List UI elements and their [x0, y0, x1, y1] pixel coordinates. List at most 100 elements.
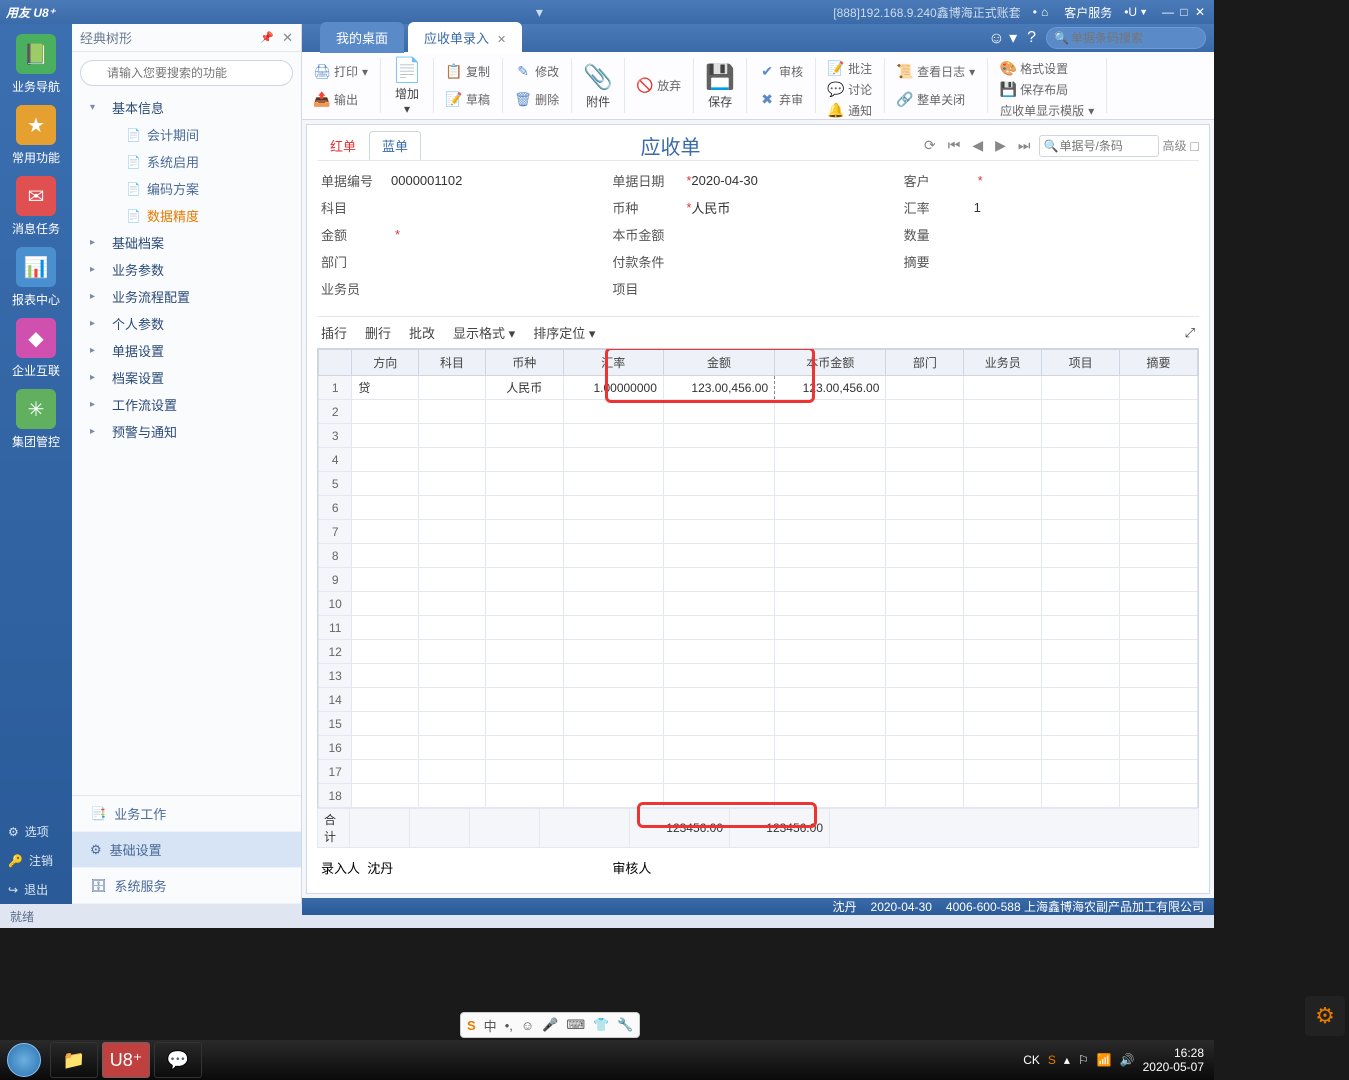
delete-row-button[interactable]: 删行 [365, 323, 391, 342]
tree-档案设置[interactable]: ▸档案设置 [72, 364, 301, 391]
next-button[interactable]: ▶ [991, 137, 1010, 154]
ime-skin-icon[interactable]: 👕 [593, 1017, 609, 1033]
tray-volume-icon[interactable]: 🔊 [1120, 1053, 1135, 1067]
navbot-系统服务[interactable]: 🗄系统服务 [72, 868, 301, 904]
ime-emoji-icon[interactable]: ☺ [521, 1018, 534, 1033]
ime-toolbar[interactable]: S 中 •, ☺ 🎤 ⌨ 👕 🔧 [460, 1012, 640, 1038]
detail-grid[interactable]: 方向科目币种汇率金额本币金额部门业务员项目摘要1贷人民币1.0000000012… [317, 348, 1199, 809]
minimize-button[interactable]: — [1160, 5, 1176, 19]
help-icon[interactable]: ? [1027, 29, 1036, 47]
ime-keyboard-icon[interactable]: ⌨ [566, 1017, 585, 1033]
start-button[interactable] [0, 1040, 48, 1080]
copy-button[interactable]: 📋复制 [442, 61, 494, 82]
wechat-icon[interactable]: 💬 [154, 1042, 202, 1078]
u-menu[interactable]: U [1128, 5, 1137, 19]
draft-button[interactable]: 📝草稿 [442, 89, 494, 110]
close-bill-button[interactable]: 🔗整单关闭 [893, 89, 979, 110]
deaudit-button[interactable]: ✖弃审 [755, 89, 807, 110]
tray-sogou-icon[interactable]: S [1048, 1053, 1056, 1067]
top-search-input[interactable] [1046, 27, 1206, 49]
navbot-业务工作[interactable]: 📑业务工作 [72, 796, 301, 832]
service-link[interactable]: 客户服务 [1064, 4, 1112, 21]
railbot-注销[interactable]: 🔑注销 [0, 846, 72, 875]
adv-link[interactable]: 高级 [1163, 137, 1187, 154]
railbot-退出[interactable]: ↪退出 [0, 875, 72, 904]
tree-单据设置[interactable]: ▸单据设置 [72, 337, 301, 364]
pin-icon[interactable]: 📌 [260, 31, 274, 44]
attach-button[interactable]: 📎附件 [572, 58, 625, 113]
rail-报表中心[interactable]: 📊报表中心 [6, 247, 66, 308]
template-button[interactable]: 应收单显示模版 ▾ [996, 100, 1098, 121]
tree-基本信息[interactable]: ▾基本信息 [72, 94, 301, 121]
rate-field[interactable]: 1 [974, 200, 981, 215]
tree-工作流设置[interactable]: ▸工作流设置 [72, 391, 301, 418]
overlay-gear-icon[interactable]: ⚙ [1305, 996, 1345, 1036]
ime-punct-icon[interactable]: •, [505, 1018, 513, 1033]
rail-集团管控[interactable]: ✳集团管控 [6, 389, 66, 450]
modify-button[interactable]: ✎修改 [511, 61, 563, 82]
discuss-button[interactable]: 💬讨论 [824, 79, 876, 100]
explorer-icon[interactable]: 📁 [50, 1042, 98, 1078]
batchnote-button[interactable]: 📝批注 [824, 58, 876, 79]
tree-预警与通知[interactable]: ▸预警与通知 [72, 418, 301, 445]
tray-network-icon[interactable]: 📶 [1097, 1053, 1112, 1067]
nav-search-input[interactable] [80, 60, 293, 86]
discard-button[interactable]: 🚫放弃 [633, 75, 685, 96]
rail-消息任务[interactable]: ✉消息任务 [6, 176, 66, 237]
u8-app-icon[interactable]: U8⁺ [102, 1042, 150, 1078]
batch-edit-button[interactable]: 批改 [409, 323, 435, 342]
clock[interactable]: 16:28 2020-05-07 [1143, 1046, 1204, 1075]
tree-编码方案[interactable]: 📄编码方案 [72, 175, 301, 202]
red-bill-tab[interactable]: 红单 [317, 131, 369, 160]
tray-flag-icon[interactable]: ⚐ [1078, 1053, 1089, 1067]
first-button[interactable]: ⏮ [944, 137, 965, 154]
tab-close-icon[interactable]: ✕ [497, 34, 506, 46]
sort-button[interactable]: 排序定位 ▾ [533, 323, 595, 342]
tab-home[interactable]: 我的桌面 [320, 22, 404, 53]
tree-业务流程配置[interactable]: ▸业务流程配置 [72, 283, 301, 310]
rail-常用功能[interactable]: ★常用功能 [6, 105, 66, 166]
home-icon[interactable]: ⌂ [1041, 5, 1048, 19]
rail-企业互联[interactable]: ◆企业互联 [6, 318, 66, 379]
tree-基础档案[interactable]: ▸基础档案 [72, 229, 301, 256]
audit-button[interactable]: ✔审核 [755, 61, 807, 82]
display-format-button[interactable]: 显示格式 ▾ [453, 323, 515, 342]
grid-expand-button[interactable]: ⤢ [1185, 325, 1195, 341]
railbot-选项[interactable]: ⚙选项 [0, 817, 72, 846]
tree-系统启用[interactable]: 📄系统启用 [72, 148, 301, 175]
rail-业务导航[interactable]: 📗业务导航 [6, 34, 66, 95]
tree-个人参数[interactable]: ▸个人参数 [72, 310, 301, 337]
expand-button[interactable]: □ [1191, 138, 1199, 154]
prev-button[interactable]: ◀ [968, 137, 987, 154]
left-rail: 📗业务导航 ★常用功能 ✉消息任务 📊报表中心 ◆企业互联 ✳集团管控 ⚙选项🔑注销↪退出 [0, 24, 72, 904]
close-button[interactable]: ✕ [1192, 5, 1208, 19]
sogou-icon[interactable]: S [467, 1018, 476, 1033]
ck-indicator[interactable]: CK [1023, 1053, 1040, 1067]
tree-数据精度[interactable]: 📄数据精度 [72, 202, 301, 229]
notify-button[interactable]: 🔔通知 [824, 100, 876, 121]
print-button[interactable]: 🖨打印 ▾ [310, 61, 372, 82]
log-button[interactable]: 📜查看日志 ▾ [893, 61, 979, 82]
tray-chevron-icon[interactable]: ▴ [1064, 1053, 1070, 1067]
insert-row-button[interactable]: 插行 [321, 323, 347, 342]
format-button[interactable]: 🎨格式设置 [996, 58, 1098, 79]
tree-业务参数[interactable]: ▸业务参数 [72, 256, 301, 283]
export-button[interactable]: 📤输出 [310, 89, 372, 110]
user-icon[interactable]: ☺ ▾ [988, 28, 1017, 48]
save-button[interactable]: 💾保存 [694, 58, 747, 113]
date-field[interactable]: 2020-04-30 [691, 173, 758, 188]
delete-button[interactable]: 🗑删除 [511, 89, 563, 110]
maximize-button[interactable]: □ [1176, 5, 1192, 19]
blue-bill-tab[interactable]: 蓝单 [369, 131, 421, 160]
tab-current[interactable]: 应收单录入✕ [408, 22, 522, 53]
layout-button[interactable]: 💾保存布局 [996, 79, 1098, 100]
nav-close[interactable]: ✕ [282, 30, 293, 46]
add-button[interactable]: 📄增加 ▾ [381, 58, 434, 113]
refresh-button[interactable]: ⟳ [920, 137, 940, 154]
last-button[interactable]: ⏭ [1014, 137, 1035, 154]
tree-会计期间[interactable]: 📄会计期间 [72, 121, 301, 148]
ime-mic-icon[interactable]: 🎤 [542, 1017, 558, 1033]
ime-tool-icon[interactable]: 🔧 [617, 1017, 633, 1033]
currency-field[interactable]: 人民币 [691, 198, 730, 217]
navbot-基础设置[interactable]: ⚙基础设置 [72, 832, 301, 868]
